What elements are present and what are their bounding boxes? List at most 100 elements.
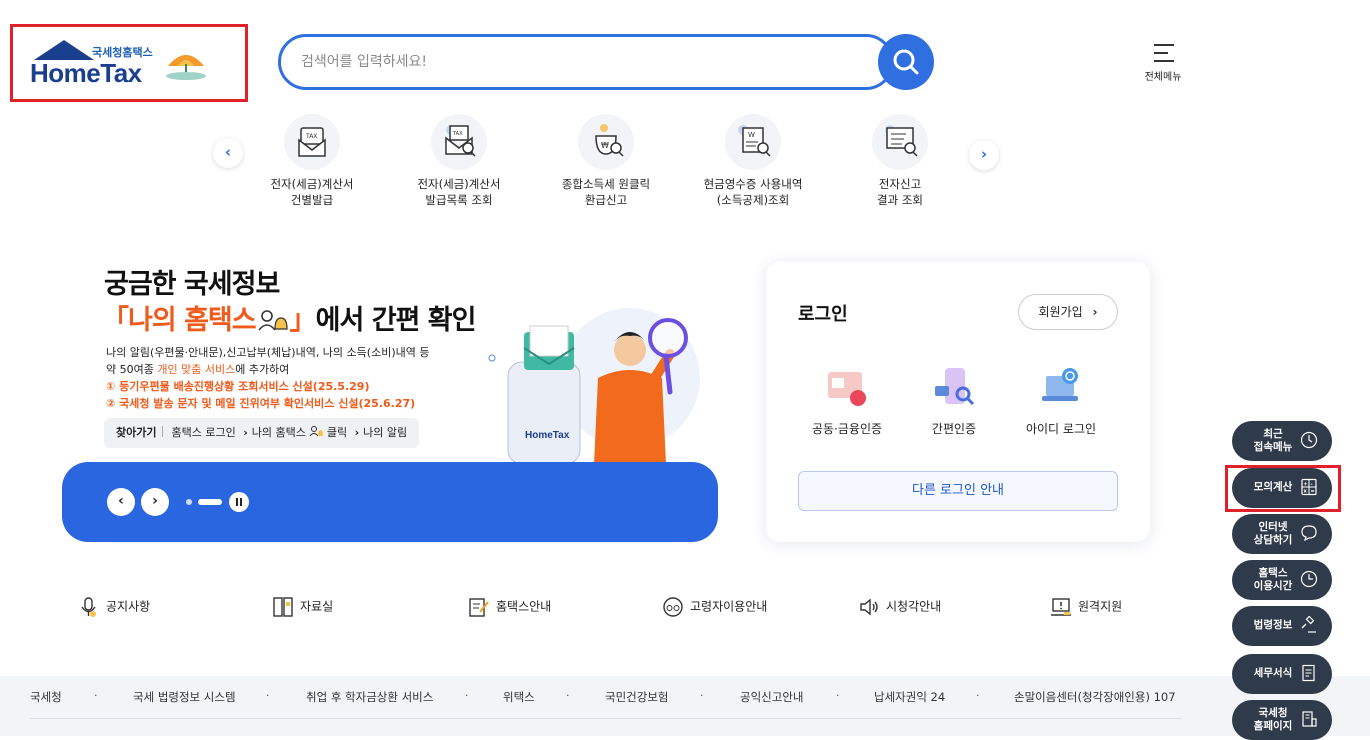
side-label: 홈페이지 (1253, 720, 1293, 732)
path-step: 나의 알림 (363, 426, 408, 439)
arrow-icon: › (243, 426, 248, 439)
logo[interactable]: HomeTax (30, 58, 142, 89)
login-option-id[interactable]: 아이디 로그인 (1006, 366, 1116, 437)
link-remote-support[interactable]: 원격지원 (1050, 596, 1122, 618)
login-option-simple[interactable]: 간편인증 (899, 366, 1009, 437)
link-senior-guide[interactable]: 고령자이용안내 (662, 596, 767, 618)
document-edit-icon (469, 598, 489, 617)
pause-icon (236, 498, 242, 506)
link-library[interactable]: 자료실 (272, 596, 333, 618)
quick-item-label: 환급신고 (584, 193, 628, 207)
phone-auth-icon (931, 366, 977, 408)
banner-desc-orange: 개인 맞춤 서비스 (157, 363, 236, 376)
footer-link[interactable]: 공익신고안내 (740, 689, 803, 705)
banner-description: 나의 알림(우편물·안내문),신고납부(체납)내역, 나의 소득(소비)내역 등… (106, 344, 466, 412)
side-consult-button[interactable]: 인터넷 상담하기 (1232, 514, 1332, 554)
person-bell-icon (309, 426, 324, 437)
footer-divider (30, 718, 1182, 719)
banner-subtitle-orange: 「나의 홈택스 (102, 305, 257, 336)
bookshelf-icon (273, 597, 293, 617)
logo-roof-icon (34, 40, 94, 60)
search-button[interactable] (878, 34, 934, 90)
link-label: 공지사항 (106, 599, 151, 614)
banner-subtitle-orange-end: 」 (289, 305, 317, 336)
quick-item-label: 건별발급 (290, 193, 334, 207)
banner-prev-button[interactable]: ‹ (107, 488, 135, 516)
footer-link[interactable]: 국세청 (30, 689, 62, 705)
side-label: 접속메뉴 (1253, 441, 1293, 453)
side-tax-forms-button[interactable]: 세무서식 (1232, 654, 1332, 694)
footer-link[interactable]: 국민건강보험 (605, 689, 668, 705)
quick-item-label: 발급목록 조회 (425, 193, 493, 207)
banner-pause-button[interactable] (229, 492, 249, 512)
quick-item-e-report[interactable]: 전자신고 결과 조회 (835, 114, 965, 208)
phone-logo: HomeTax (525, 430, 570, 441)
side-nts-homepage-button[interactable]: 국세청 홈페이지 (1232, 700, 1332, 740)
link-notice[interactable]: 공지사항 (78, 596, 150, 618)
microphone-icon (81, 597, 96, 617)
footer-separator: · (566, 689, 570, 702)
footer-bar (0, 676, 1370, 736)
chat-icon (1301, 525, 1317, 542)
person-bell-icon (257, 310, 288, 331)
search-icon (893, 49, 919, 75)
tax-invoice-icon: TAX (284, 114, 340, 170)
refund-search-icon: ₩ (578, 114, 634, 170)
link-audiovisual-guide[interactable]: 시청각안내 (858, 596, 941, 618)
join-button[interactable]: 회원가입 › (1018, 294, 1118, 330)
tax-search-icon: TAX (431, 114, 487, 170)
quick-item-label: (소득공제)조회 (716, 193, 790, 207)
mock-calc-highlight-box (1225, 465, 1341, 512)
footer-link[interactable]: 손말이음센터(청각장애인용) 107 (1014, 689, 1176, 705)
footer-link[interactable]: 위택스 (503, 689, 535, 705)
other-login-button[interactable]: 다른 로그인 안내 (798, 471, 1118, 511)
gavel-icon (1301, 616, 1316, 633)
login-option-certificate[interactable]: 공동·금융인증 (792, 366, 902, 437)
full-menu-button[interactable]: 전체메뉴 (1140, 40, 1186, 86)
report-search-icon (872, 114, 928, 170)
banner-path[interactable]: 찾아가기 홈택스 로그인 › 나의 홈택스 클릭 › 나의 알림 (104, 418, 420, 448)
quick-item-refund[interactable]: ₩ 종합소득세 원클릭환급신고 (541, 114, 671, 208)
quick-item-tax-invoice[interactable]: TAX 전자(세금)계산서 건별발급 (247, 114, 377, 208)
quick-item-label: 종합소득세 원클릭 (561, 177, 651, 191)
banner-indicator-dot[interactable] (186, 499, 192, 505)
side-label: 국세청 (1258, 707, 1288, 719)
svg-text:TAX: TAX (305, 133, 317, 140)
quick-menu-prev-button[interactable]: ‹ (213, 138, 243, 168)
path-step: 홈택스 로그인 (171, 426, 236, 439)
banner-note-1: ① 등기우편물 배송진행상황 조회서비스 신설(25.5.29) (106, 380, 370, 393)
link-hometax-guide[interactable]: 홈택스안내 (468, 596, 551, 618)
quick-item-receipt[interactable]: W 현금영수증 사용내역 (소득공제)조회 (688, 114, 818, 208)
banner-next-button[interactable]: › (141, 488, 169, 516)
quick-menu-next-button[interactable]: › (969, 140, 999, 170)
receipt-search-icon: W (725, 114, 781, 170)
footer-link[interactable]: 국세 법령정보 시스템 (133, 689, 236, 705)
banner-illustration: HomeTax (488, 308, 700, 464)
footer-link[interactable]: 납세자권익 24 (874, 689, 945, 705)
banner-indicator-active[interactable] (198, 499, 222, 505)
glasses-icon (663, 597, 683, 617)
logo-umbrella-icon (166, 55, 206, 80)
side-hours-button[interactable]: 홈택스 이용시간 (1232, 560, 1332, 600)
search-input[interactable] (301, 49, 861, 75)
search-box[interactable] (278, 34, 894, 90)
footer-separator: · (836, 689, 840, 702)
login-option-label: 간편인증 (931, 422, 977, 436)
quick-item-tax-list[interactable]: TAX 전자(세금)계산서 발급목록 조회 (394, 114, 524, 208)
side-label: 법령정보 (1253, 619, 1293, 631)
clock-icon (1300, 431, 1318, 449)
link-label: 시청각안내 (886, 599, 942, 614)
footer-separator: · (94, 689, 98, 702)
quick-item-label: 현금영수증 사용내역 (703, 177, 803, 191)
building-icon (1302, 711, 1317, 727)
link-label: 고령자이용안내 (690, 599, 768, 614)
side-law-button[interactable]: 법령정보 (1232, 606, 1332, 646)
side-recent-menu-button[interactable]: 최근 접속메뉴 (1232, 421, 1332, 461)
side-label: 상담하기 (1253, 534, 1293, 546)
form-icon (1302, 664, 1315, 682)
footer-separator: · (266, 689, 270, 702)
banner-subtitle: 「나의 홈택스 」에서 간편 확인 (102, 298, 476, 337)
svg-text:₩: ₩ (601, 141, 609, 150)
footer-link[interactable]: 취업 후 학자금상환 서비스 (306, 689, 433, 705)
time-icon (1300, 570, 1318, 588)
